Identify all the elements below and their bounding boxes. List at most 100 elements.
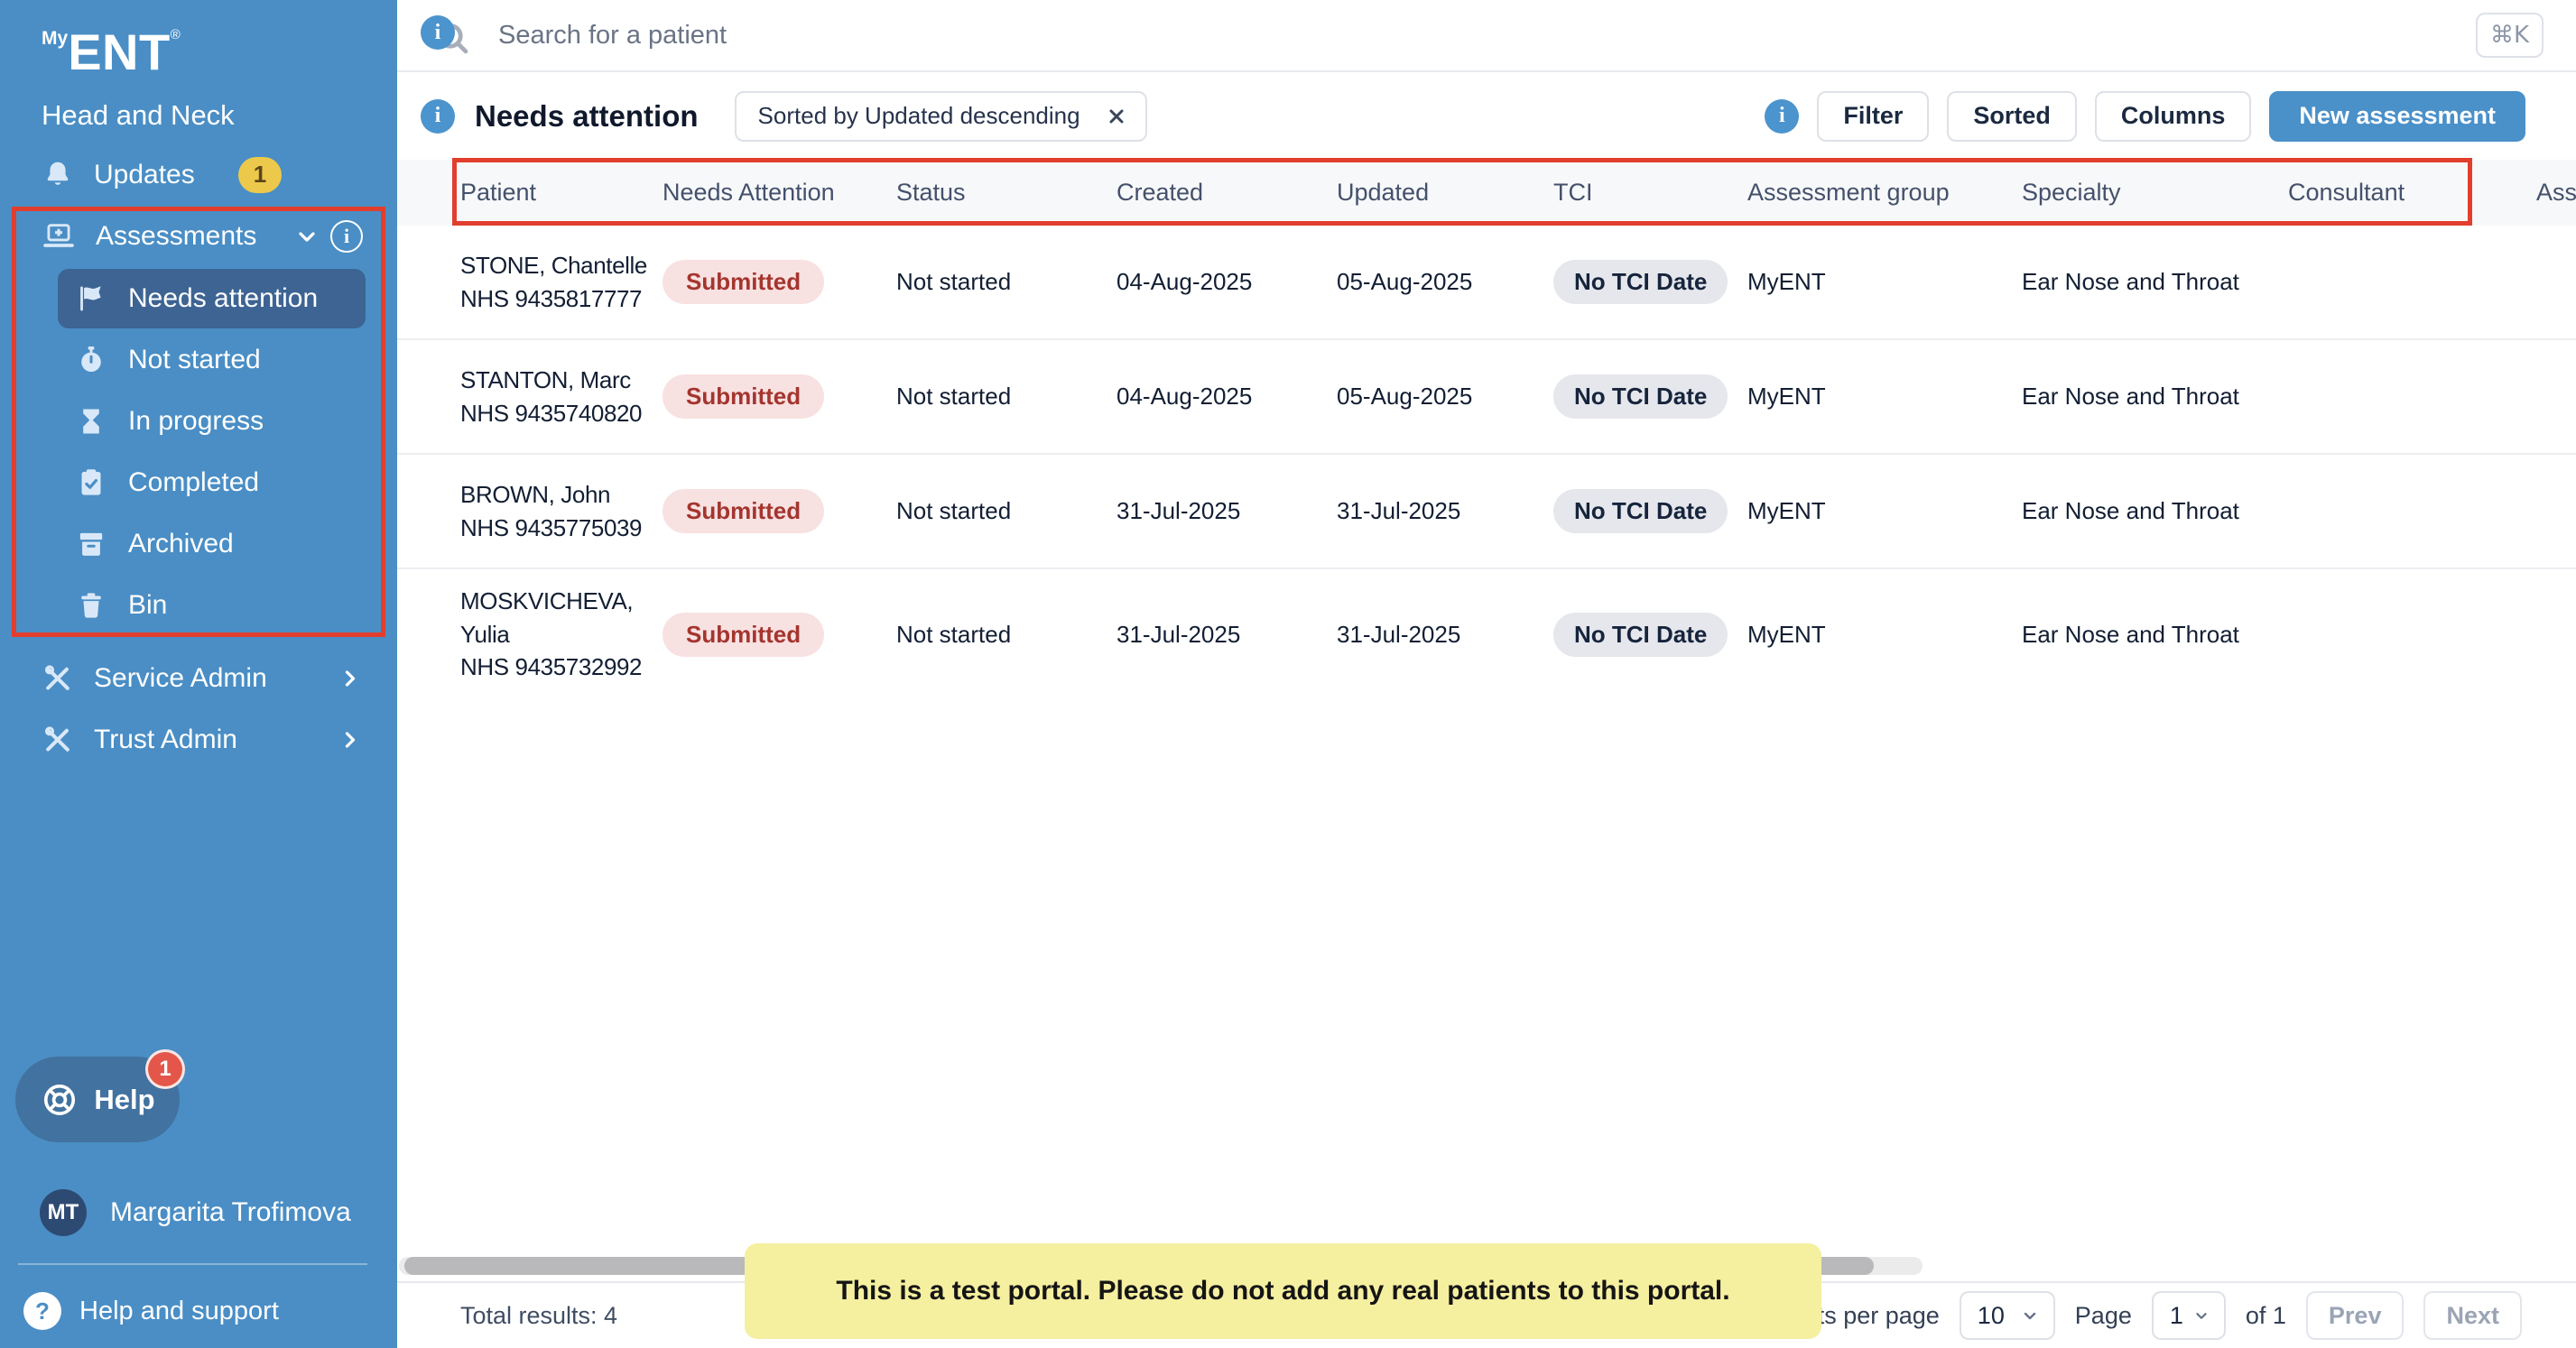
sidebar-item-needs-attention[interactable]: Needs attention bbox=[58, 269, 366, 328]
status-badge: Submitted bbox=[663, 489, 824, 533]
tci-badge: No TCI Date bbox=[1553, 613, 1728, 657]
flag-icon bbox=[76, 283, 107, 314]
title-info-icon[interactable]: i bbox=[421, 99, 455, 134]
sidebar-item-assessments[interactable]: Assessments i bbox=[0, 206, 397, 267]
tci-badge: No TCI Date bbox=[1553, 374, 1728, 419]
cell-patient: MOSKVICHEVA, Yulia NHS 9435732992 bbox=[460, 585, 663, 683]
status-badge: Submitted bbox=[663, 260, 824, 304]
cell-status: Not started bbox=[896, 383, 1117, 411]
cell-patient: BROWN, John NHS 9435775039 bbox=[460, 478, 663, 544]
sort-chip[interactable]: Sorted by Updated descending bbox=[735, 91, 1147, 142]
sidebar-item-archived[interactable]: Archived bbox=[58, 514, 366, 574]
column-header-created[interactable]: Created bbox=[1117, 179, 1337, 207]
next-page-button[interactable]: Next bbox=[2423, 1291, 2522, 1340]
cell-tci: No TCI Date bbox=[1553, 613, 1747, 657]
filter-info-icon[interactable]: i bbox=[1765, 99, 1799, 134]
cell-updated: 05-Aug-2025 bbox=[1337, 268, 1553, 296]
trash-icon bbox=[76, 590, 107, 621]
patient-name: MOSKVICHEVA, Yulia bbox=[460, 585, 657, 651]
question-circle-icon: ? bbox=[23, 1292, 61, 1330]
assessments-info-icon[interactable]: i bbox=[330, 220, 363, 253]
help-count-badge: 1 bbox=[145, 1049, 185, 1089]
filter-button[interactable]: Filter bbox=[1817, 91, 1929, 142]
cell-created: 04-Aug-2025 bbox=[1117, 268, 1337, 296]
sidebar-item-label: Assessments bbox=[96, 221, 256, 252]
brand-area: MyENT® Head and Neck bbox=[0, 0, 397, 132]
total-results: Total results: 4 bbox=[460, 1302, 617, 1330]
table-row[interactable]: BROWN, John NHS 9435775039 Submitted Not… bbox=[397, 455, 2576, 569]
status-badge: Submitted bbox=[663, 374, 824, 419]
sidebar-item-label: Bin bbox=[128, 590, 167, 621]
sidebar-item-label: Needs attention bbox=[128, 283, 318, 314]
column-header-specialty[interactable]: Specialty bbox=[2022, 179, 2288, 207]
brand-prefix: My bbox=[42, 28, 68, 49]
archive-icon bbox=[76, 529, 107, 559]
user-name: Margarita Trofimova bbox=[110, 1197, 351, 1228]
sidebar-item-completed[interactable]: Completed bbox=[58, 453, 366, 512]
column-header-status[interactable]: Status bbox=[896, 179, 1117, 207]
search-input[interactable] bbox=[498, 21, 2476, 51]
results-per-page-value: 10 bbox=[1978, 1302, 2005, 1330]
table-row[interactable]: STONE, Chantelle NHS 9435817777 Submitte… bbox=[397, 226, 2576, 340]
chevron-right-icon bbox=[338, 666, 363, 691]
columns-button[interactable]: Columns bbox=[2095, 91, 2252, 142]
sidebar-item-updates[interactable]: Updates 1 bbox=[0, 144, 397, 206]
help-and-support-link[interactable]: ? Help and support bbox=[0, 1285, 397, 1337]
sidebar-item-not-started[interactable]: Not started bbox=[58, 330, 366, 390]
column-header-assessment-group[interactable]: Assessment group bbox=[1747, 179, 2022, 207]
keyboard-shortcut-badge: ⌘K bbox=[2476, 13, 2544, 58]
sidebar-item-trust-admin[interactable]: Trust Admin bbox=[0, 709, 397, 771]
cell-created: 31-Jul-2025 bbox=[1117, 497, 1337, 525]
user-menu[interactable]: MT Margarita Trofimova bbox=[0, 1180, 397, 1245]
patient-search-bar: i ⌘K bbox=[397, 0, 2576, 72]
column-header-patient[interactable]: Patient bbox=[460, 179, 663, 207]
table-row[interactable]: STANTON, Marc NHS 9435740820 Submitted N… bbox=[397, 340, 2576, 455]
chevron-down-icon[interactable] bbox=[294, 224, 320, 249]
sidebar-item-in-progress[interactable]: In progress bbox=[58, 392, 366, 451]
pagination: Results per page 10 Page 1 of 1 Prev Nex… bbox=[1756, 1291, 2522, 1340]
cell-tci: No TCI Date bbox=[1553, 260, 1747, 304]
cell-updated: 05-Aug-2025 bbox=[1337, 383, 1553, 411]
patient-nhs-number: NHS 9435775039 bbox=[460, 512, 657, 544]
cell-created: 04-Aug-2025 bbox=[1117, 383, 1337, 411]
service-name: Head and Neck bbox=[42, 99, 397, 132]
column-header-consultant[interactable]: Consultant bbox=[2288, 179, 2536, 207]
prev-page-button[interactable]: Prev bbox=[2306, 1291, 2405, 1340]
bell-icon bbox=[42, 159, 74, 191]
stopwatch-icon bbox=[76, 345, 107, 375]
column-header-tci[interactable]: TCI bbox=[1553, 179, 1747, 207]
search-info-icon[interactable]: i bbox=[421, 15, 455, 50]
new-assessment-button[interactable]: New assessment bbox=[2269, 91, 2525, 142]
column-header-needs-attention[interactable]: Needs Attention bbox=[663, 179, 896, 207]
sidebar-nav: Updates 1 Assessments i N bbox=[0, 144, 397, 771]
list-toolbar: i Needs attention Sorted by Updated desc… bbox=[397, 72, 2576, 160]
status-badge: Submitted bbox=[663, 613, 824, 657]
sidebar: MyENT® Head and Neck Updates 1 Assessmen… bbox=[0, 0, 397, 1348]
cell-patient: STONE, Chantelle NHS 9435817777 bbox=[460, 249, 663, 315]
avatar: MT bbox=[40, 1189, 87, 1236]
chevron-right-icon bbox=[338, 727, 363, 752]
tci-badge: No TCI Date bbox=[1553, 260, 1728, 304]
help-button[interactable]: Help 1 bbox=[15, 1057, 180, 1142]
cell-status: Not started bbox=[896, 621, 1117, 649]
clipboard-check-icon bbox=[76, 467, 107, 498]
page-select[interactable]: 1 bbox=[2152, 1291, 2226, 1340]
close-icon[interactable] bbox=[1106, 106, 1127, 127]
brand-name: ENT bbox=[68, 23, 171, 80]
sidebar-item-bin[interactable]: Bin bbox=[58, 576, 366, 635]
sidebar-item-service-admin[interactable]: Service Admin bbox=[0, 648, 397, 709]
updates-count-badge: 1 bbox=[238, 157, 282, 192]
tci-badge: No TCI Date bbox=[1553, 489, 1728, 533]
app-window: MyENT® Head and Neck Updates 1 Assessmen… bbox=[0, 0, 2576, 1348]
page-title: Needs attention bbox=[475, 99, 699, 134]
cell-specialty: Ear Nose and Throat bbox=[2022, 383, 2288, 411]
sidebar-item-label: Archived bbox=[128, 529, 234, 559]
assessments-trail: i bbox=[294, 220, 363, 253]
cell-tci: No TCI Date bbox=[1553, 374, 1747, 419]
results-per-page-select[interactable]: 10 bbox=[1960, 1291, 2055, 1340]
column-header-assessment-cut[interactable]: Ass bbox=[2536, 179, 2576, 207]
sorted-button[interactable]: Sorted bbox=[1947, 91, 2077, 142]
tools-icon bbox=[42, 662, 74, 695]
column-header-updated[interactable]: Updated bbox=[1337, 179, 1553, 207]
table-row[interactable]: MOSKVICHEVA, Yulia NHS 9435732992 Submit… bbox=[397, 569, 2576, 699]
